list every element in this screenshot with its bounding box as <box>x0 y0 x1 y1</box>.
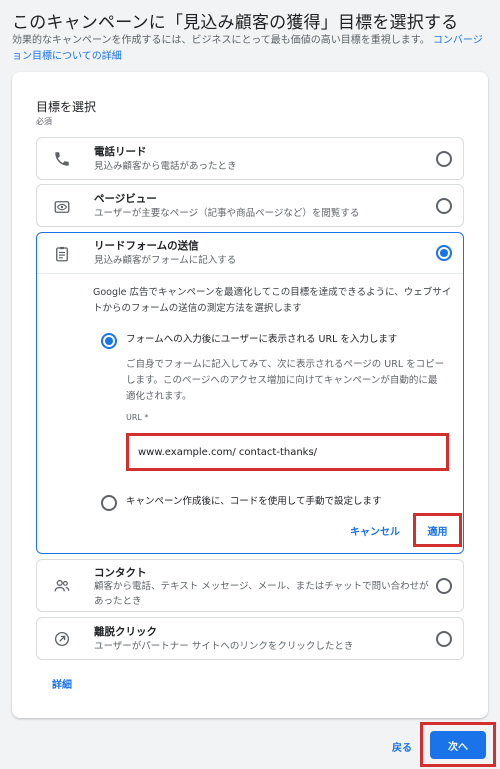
required-label: 必須 <box>36 117 52 126</box>
radio-phone-lead[interactable] <box>436 151 452 167</box>
option-desc: 見込み顧客がフォームに記入する <box>94 255 237 266</box>
form-icon <box>53 245 71 263</box>
apply-highlight: 適用 <box>413 513 462 547</box>
subtitle-text: 効果的なキャンペーンを作成するには、ビジネスにとって最も価値の高い目標を重視しま… <box>12 35 430 46</box>
details-link[interactable]: 詳細 <box>52 676 72 691</box>
contacts-icon <box>53 577 71 595</box>
option-title: 電話リード <box>94 146 147 158</box>
back-button[interactable]: 戻る <box>392 739 412 754</box>
outbound-icon <box>53 630 71 648</box>
lead-form-intro: Google 広告でキャンペーンを最適化してこの目標を達成できるように、ウェブサ… <box>93 287 452 314</box>
radio-lead-form[interactable] <box>436 245 452 261</box>
phone-icon <box>53 150 71 168</box>
option-title: ページビュー <box>94 193 157 205</box>
option-desc: 顧客から電話、テキスト メッセージ、メール、またはチャットで問い合わせがあったと… <box>94 581 429 607</box>
radio-page-view[interactable] <box>436 198 452 214</box>
option-outbound-click[interactable]: 離脱クリック ユーザーがパートナー サイトへのリンクをクリックしたとき <box>36 617 464 660</box>
page-title: このキャンペーンに「見込み顧客の獲得」目標を選択する <box>12 13 459 33</box>
page-subtitle: 効果的なキャンペーンを作成するには、ビジネスにとって最も価値の高い目標を重視しま… <box>12 33 490 65</box>
cancel-button[interactable]: キャンセル <box>350 523 400 538</box>
radio-method-code[interactable] <box>101 495 117 511</box>
method-url-desc: ご自身でフォームに記入してみて、次に表示されるページの URL をコピーします。… <box>126 359 445 402</box>
option-lead-form[interactable]: リードフォームの送信 見込み顧客がフォームに記入する Google 広告でキャン… <box>36 232 464 554</box>
option-title: 離脱クリック <box>94 626 157 638</box>
radio-outbound-click[interactable] <box>436 631 452 647</box>
next-button[interactable]: 次へ <box>430 731 486 759</box>
option-title: コンタクト <box>94 567 147 579</box>
next-highlight: 次へ <box>420 722 496 767</box>
radio-method-url[interactable] <box>101 333 117 349</box>
option-contacts[interactable]: コンタクト 顧客から電話、テキスト メッセージ、メール、またはチャットで問い合わ… <box>36 559 464 612</box>
apply-button[interactable]: 適用 <box>428 523 448 538</box>
option-title: リードフォームの送信 <box>94 240 199 252</box>
eye-icon <box>53 198 71 216</box>
option-desc: 見込み顧客から電話があったとき <box>94 161 237 172</box>
option-page-view[interactable]: ページビュー ユーザーが主要なページ（記事や商品ページなど）を閲覧する <box>36 184 464 227</box>
option-phone-lead[interactable]: 電話リード 見込み顧客から電話があったとき <box>36 137 464 180</box>
method-code-label: キャンペーン作成後に、コードを使用して手動で設定します <box>126 496 382 507</box>
section-title: 目標を選択 <box>36 100 97 114</box>
option-desc: ユーザーが主要なページ（記事や商品ページなど）を閲覧する <box>94 208 360 219</box>
url-label: URL * <box>126 413 149 422</box>
option-desc: ユーザーがパートナー サイトへのリンクをクリックしたとき <box>94 641 354 652</box>
divider <box>37 273 463 274</box>
method-url-label: フォームへの入力後にユーザーに表示される URL を入力します <box>126 334 398 345</box>
url-input[interactable] <box>126 433 449 471</box>
radio-contacts[interactable] <box>436 578 452 594</box>
